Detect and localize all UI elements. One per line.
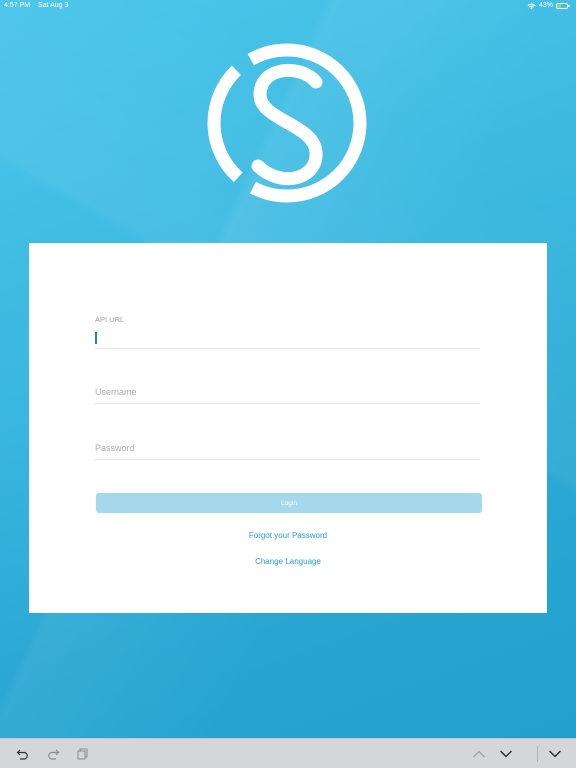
wifi-icon (527, 3, 536, 9)
keyboard-toolbar (0, 738, 576, 768)
next-field-button[interactable] (497, 745, 515, 763)
api-url-label: API URL (95, 315, 125, 324)
previous-field-button[interactable] (470, 745, 488, 763)
chevron-down-icon (500, 750, 512, 758)
battery-percent: 43% (538, 2, 553, 9)
clipboard-icon (77, 748, 88, 760)
status-right: 43% (527, 0, 570, 12)
status-left: 4:57 PM Sat Aug 3 (4, 0, 74, 12)
dismiss-keyboard-button[interactable] (546, 745, 564, 763)
status-date: Sat Aug 3 (38, 2, 69, 9)
toolbar-divider (537, 746, 538, 762)
status-time: 4:57 PM (4, 2, 31, 9)
username-field (95, 383, 480, 404)
dismiss-keyboard-icon (549, 750, 561, 758)
api-url-input[interactable] (95, 331, 480, 345)
undo-icon (16, 749, 28, 760)
username-input[interactable] (95, 385, 480, 399)
status-bar: 4:57 PM Sat Aug 3 43% (0, 0, 576, 12)
paste-button[interactable] (74, 745, 92, 763)
password-field (95, 438, 480, 460)
app-logo (207, 43, 367, 203)
password-input[interactable] (95, 441, 480, 455)
change-language-link[interactable]: Change Language (29, 557, 547, 566)
chevron-up-icon (473, 750, 485, 758)
login-card: API URL Login Forgot your Password Chang… (29, 243, 547, 613)
login-button[interactable]: Login (96, 493, 482, 513)
undo-button[interactable] (14, 745, 32, 763)
api-url-field: API URL (95, 315, 480, 349)
forgot-password-link[interactable]: Forgot your Password (29, 531, 547, 540)
redo-icon (48, 749, 60, 760)
battery-fill (557, 4, 562, 8)
redo-button[interactable] (44, 745, 62, 763)
battery-icon (556, 3, 570, 9)
